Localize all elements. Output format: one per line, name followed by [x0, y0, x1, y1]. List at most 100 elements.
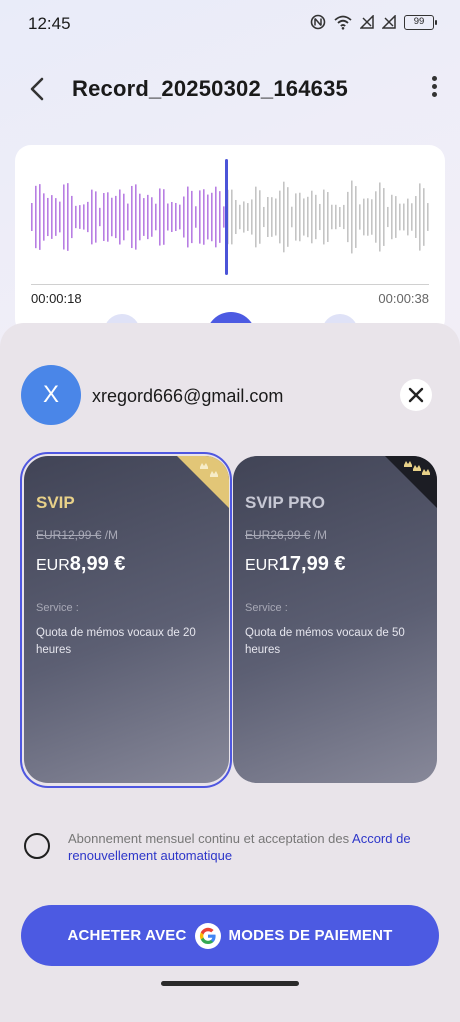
waveform-bar: [263, 206, 265, 228]
waveform-bar: [103, 193, 105, 241]
waveform-bar: [283, 181, 285, 253]
waveform-bar: [315, 194, 317, 240]
waveform-bar: [427, 203, 429, 231]
waveform-bar: [307, 196, 309, 238]
waveform-bar: [71, 195, 73, 239]
waveform-bar: [299, 192, 301, 242]
waveform-bar: [51, 195, 53, 239]
more-options-button[interactable]: [430, 76, 438, 102]
waveform-bar: [239, 204, 241, 230]
price-value: 17,99 €: [278, 553, 346, 575]
old-price-value: EUR26,99 €: [245, 528, 311, 542]
waveform-bar: [399, 203, 401, 231]
waveform-bar: [63, 184, 65, 250]
waveform-bar: [199, 190, 201, 244]
plan-price: EUR17,99 €: [245, 553, 346, 576]
waveform-bar: [115, 195, 117, 239]
plan-name: SVIP PRO: [245, 493, 325, 512]
waveform-bar: [151, 197, 153, 237]
waveform-bar: [267, 197, 269, 237]
waveform-bar: [147, 194, 149, 240]
waveform-bar: [47, 197, 49, 237]
waveform-bar: [391, 194, 393, 240]
waveform-bar: [159, 188, 161, 246]
plan-service: Quota de mémos vocaux de 50 heures: [245, 627, 405, 656]
waveform-bar: [367, 198, 369, 236]
waveform-bar: [39, 184, 41, 250]
waveform-bar: [119, 189, 121, 245]
waveform-bar: [235, 199, 237, 235]
old-price-period: /M: [310, 528, 328, 542]
playhead[interactable]: [225, 159, 228, 275]
waveform-bar: [67, 183, 69, 251]
waveform-bar: [311, 190, 313, 244]
total-time: 00:00:38: [378, 291, 429, 306]
waveform-bar: [327, 192, 329, 242]
waveform-bar: [127, 203, 129, 231]
waveform-bar: [111, 197, 113, 237]
waveform-bar: [375, 191, 377, 243]
back-button[interactable]: [24, 74, 54, 104]
waveform-bar: [155, 203, 157, 231]
waveform-bar: [179, 204, 181, 230]
waveform-bar: [191, 190, 193, 244]
avatar: X: [21, 365, 81, 425]
waveform-bar: [35, 185, 37, 249]
crown-badge-icon: [385, 456, 437, 508]
waveform-bar: [183, 196, 185, 238]
waveform-bar: [275, 198, 277, 236]
waveform-bar: [259, 190, 261, 244]
waveform[interactable]: [29, 155, 431, 279]
waveform-bar: [247, 203, 249, 231]
waveform-bar: [415, 196, 417, 238]
waveform-bar: [195, 206, 197, 228]
waveform-bar: [339, 207, 341, 227]
buy-button[interactable]: ACHETER AVEC MODES DE PAIEMENT: [21, 905, 439, 966]
buy-label-right: MODES DE PAIEMENT: [228, 927, 393, 944]
waveform-bar: [187, 186, 189, 248]
waveform-bar: [219, 191, 221, 243]
waveform-bar: [323, 189, 325, 245]
waveform-bar: [143, 198, 145, 236]
home-indicator[interactable]: [161, 981, 299, 986]
more-dot: [431, 84, 437, 89]
selected-plan-outline: [20, 452, 232, 788]
waveform-bar: [411, 203, 413, 231]
waveform-bar: [347, 191, 349, 243]
waveform-bar: [167, 203, 169, 231]
waveform-bar: [83, 204, 85, 230]
waveform-bar: [343, 204, 345, 230]
close-button[interactable]: [400, 379, 432, 411]
waveform-bar: [231, 189, 233, 245]
waveform-bar: [351, 180, 353, 254]
waveform-bar: [371, 199, 373, 235]
google-icon: [194, 922, 221, 949]
status-time: 12:45: [28, 14, 71, 33]
back-arrow-icon: [30, 77, 44, 101]
waveform-bar: [243, 201, 245, 233]
plan-service-label: Service :: [245, 602, 288, 614]
waveform-bar: [419, 183, 421, 251]
waveform-bar: [107, 192, 109, 242]
waveform-bar: [379, 182, 381, 252]
waveform-bar: [163, 189, 165, 245]
waveform-bar: [207, 194, 209, 240]
waveform-bar: [123, 193, 125, 241]
battery-level: 99: [413, 15, 425, 27]
waveform-bar: [75, 205, 77, 229]
waveform-bar: [291, 206, 293, 228]
more-dot: [431, 92, 437, 97]
close-icon: [408, 387, 424, 403]
plan-card-svip-pro[interactable]: SVIP PRO EUR26,99 € /M EUR17,99 € Servic…: [233, 456, 437, 783]
waveform-bar: [171, 201, 173, 233]
signal-off-icon: [360, 15, 374, 29]
waveform-bar: [135, 184, 137, 250]
waveform-bar: [55, 198, 57, 236]
waveform-bar: [95, 191, 97, 243]
waveform-bar: [355, 186, 357, 248]
agreement-text: Abonnement mensuel continu et acceptatio…: [68, 830, 444, 864]
page-title: Record_20250302_164635: [72, 76, 348, 101]
agreement-radio[interactable]: [24, 833, 50, 859]
waveform-bar: [387, 206, 389, 228]
waveform-bar: [31, 203, 33, 231]
